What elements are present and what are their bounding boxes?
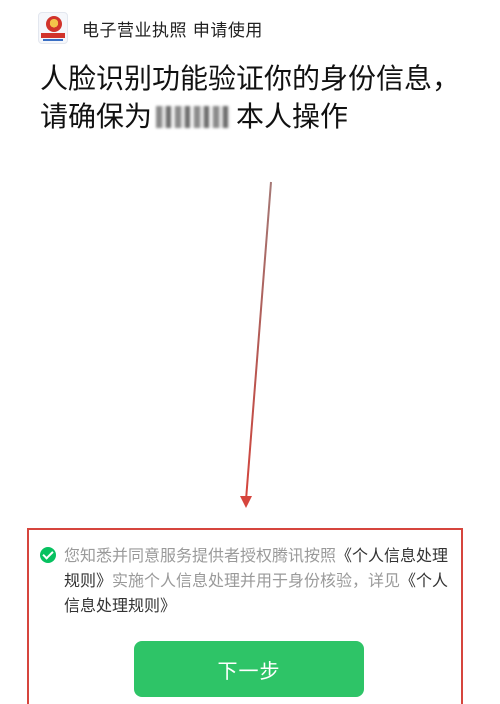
consent-text-part2: 实施个人信息处理并用于身份核验，详见: [112, 571, 401, 590]
title-suffix: 本人操作: [236, 100, 349, 133]
app-name: 电子营业执照 申请使用: [82, 20, 263, 41]
page-title: 人脸识别功能验证你的身份信息， 请确保为 本人操作: [40, 60, 480, 136]
next-button[interactable]: 下一步: [134, 641, 364, 697]
consent-row: 您知悉并同意服务提供者授权腾讯按照《个人信息处理规则》实施个人信息处理并用于身份…: [40, 543, 460, 618]
title-line-1: 人脸识别功能验证你的身份信息，: [40, 62, 461, 95]
masked-user-name: [156, 106, 231, 128]
consent-text: 您知悉并同意服务提供者授权腾讯按照《个人信息处理规则》实施个人信息处理并用于身份…: [64, 543, 456, 618]
app-header: 电子营业执照 申请使用: [38, 10, 263, 46]
title-prefix: 请确保为: [40, 100, 153, 133]
consent-checkbox[interactable]: [40, 547, 56, 563]
business-license-logo-icon: [38, 12, 68, 44]
face-verify-screen: 电子营业执照 申请使用 人脸识别功能验证你的身份信息， 请确保为 本人操作 您知悉…: [0, 0, 500, 704]
consent-text-part1: 您知悉并同意服务提供者授权腾讯按照: [64, 546, 337, 565]
title-line-2: 请确保为 本人操作: [40, 98, 480, 136]
